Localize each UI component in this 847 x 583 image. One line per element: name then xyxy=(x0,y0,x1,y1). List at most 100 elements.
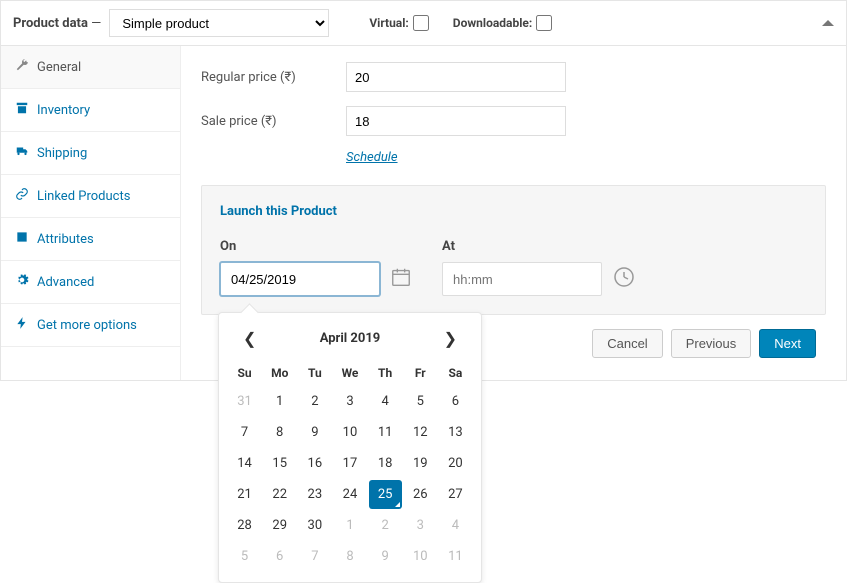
calendar-day[interactable]: 22 xyxy=(263,480,296,509)
regular-price-input[interactable] xyxy=(346,62,566,92)
calendar-day[interactable]: 2 xyxy=(298,387,331,416)
tab-more[interactable]: Get more options xyxy=(1,304,180,347)
calendar-day[interactable]: 13 xyxy=(439,418,472,447)
calendar-day[interactable]: 8 xyxy=(333,542,366,571)
calendar-day[interactable]: 30 xyxy=(298,511,331,540)
tab-label: General xyxy=(37,60,81,75)
tab-label: Shipping xyxy=(37,146,87,161)
calendar-day[interactable]: 4 xyxy=(439,511,472,540)
calendar-day[interactable]: 28 xyxy=(228,511,261,540)
calendar-day[interactable]: 31 xyxy=(228,387,261,416)
calendar-day[interactable]: 15 xyxy=(263,449,296,478)
tab-shipping[interactable]: Shipping xyxy=(1,132,180,175)
panel-title-text: Product data xyxy=(13,16,88,31)
calendar-dow: Su xyxy=(227,360,262,386)
calendar-day[interactable]: 10 xyxy=(333,418,366,447)
wrench-icon xyxy=(15,58,29,76)
calendar-day[interactable]: 7 xyxy=(228,418,261,447)
calendar-day[interactable]: 17 xyxy=(333,449,366,478)
calendar-title: April 2019 xyxy=(320,331,381,346)
calendar-day[interactable]: 5 xyxy=(404,387,437,416)
calendar-grid: SuMoTuWeThFrSa31123456789101112131415161… xyxy=(227,360,473,572)
tab-general[interactable]: General xyxy=(1,46,180,89)
tab-label: Attributes xyxy=(37,232,94,247)
calendar-day[interactable]: 3 xyxy=(333,387,366,416)
calendar-day[interactable]: 9 xyxy=(369,542,402,571)
calendar-day[interactable]: 19 xyxy=(404,449,437,478)
calendar-day[interactable]: 6 xyxy=(263,542,296,571)
tab-label: Advanced xyxy=(37,275,94,290)
calendar-day[interactable]: 26 xyxy=(404,480,437,509)
tab-inventory[interactable]: Inventory xyxy=(1,89,180,132)
calendar-day[interactable]: 27 xyxy=(439,480,472,509)
launch-time-input[interactable] xyxy=(442,262,602,296)
calendar-day[interactable]: 25 xyxy=(369,480,402,509)
header-checks: Virtual: Downloadable: xyxy=(369,15,552,31)
tab-label: Get more options xyxy=(37,318,137,333)
tab-linked[interactable]: Linked Products xyxy=(1,175,180,218)
calendar-day[interactable]: 1 xyxy=(333,511,366,540)
calendar-day[interactable]: 5 xyxy=(228,542,261,571)
title-dash: — xyxy=(91,16,101,31)
datepicker-popup: ❮ April 2019 ❯ SuMoTuWeThFrSa31123456789… xyxy=(218,312,482,583)
calendar-day[interactable]: 4 xyxy=(369,387,402,416)
launch-on-field: On xyxy=(220,239,412,296)
calendar-day[interactable]: 9 xyxy=(298,418,331,447)
calendar-day[interactable]: 16 xyxy=(298,449,331,478)
next-button[interactable]: Next xyxy=(759,329,816,358)
calendar-next[interactable]: ❯ xyxy=(438,327,463,350)
note-icon xyxy=(15,230,29,248)
sale-price-label: Sale price (₹) xyxy=(201,114,346,129)
calendar-day[interactable]: 23 xyxy=(298,480,331,509)
calendar-day[interactable]: 11 xyxy=(439,542,472,571)
cancel-button[interactable]: Cancel xyxy=(592,329,662,358)
sale-price-input[interactable] xyxy=(346,106,566,136)
calendar-day[interactable]: 7 xyxy=(298,542,331,571)
downloadable-checkbox[interactable] xyxy=(536,15,552,31)
collapse-toggle[interactable] xyxy=(822,20,834,26)
product-type-select[interactable]: Simple product xyxy=(109,9,329,37)
calendar-day[interactable]: 12 xyxy=(404,418,437,447)
previous-button[interactable]: Previous xyxy=(671,329,752,358)
downloadable-option[interactable]: Downloadable: xyxy=(453,15,552,31)
calendar-day[interactable]: 8 xyxy=(263,418,296,447)
launch-at-field: At xyxy=(442,239,636,296)
clock-icon[interactable] xyxy=(612,265,636,293)
calendar-day[interactable]: 20 xyxy=(439,449,472,478)
calendar-day[interactable]: 2 xyxy=(369,511,402,540)
calendar-day[interactable]: 21 xyxy=(228,480,261,509)
calendar-day[interactable]: 24 xyxy=(333,480,366,509)
virtual-label: Virtual: xyxy=(369,16,408,30)
calendar-dow: We xyxy=(332,360,367,386)
bolt-icon xyxy=(15,316,29,334)
calendar-day[interactable]: 14 xyxy=(228,449,261,478)
calendar-day[interactable]: 6 xyxy=(439,387,472,416)
launch-on-label: On xyxy=(220,239,412,254)
downloadable-label: Downloadable: xyxy=(453,16,532,30)
regular-price-row: Regular price (₹) xyxy=(201,62,826,92)
calendar-day[interactable]: 10 xyxy=(404,542,437,571)
launch-product-box: Launch this Product On At xyxy=(201,185,826,315)
launch-date-input[interactable] xyxy=(220,262,380,296)
sale-price-row: Sale price (₹) xyxy=(201,106,826,136)
schedule-link[interactable]: Schedule xyxy=(346,150,826,165)
launch-title: Launch this Product xyxy=(220,204,807,219)
tab-attributes[interactable]: Attributes xyxy=(1,218,180,261)
link-icon xyxy=(15,187,29,205)
launch-at-label: At xyxy=(442,239,636,254)
calendar-day[interactable]: 18 xyxy=(369,449,402,478)
tabs-sidebar: General Inventory Shipping Linked Products A… xyxy=(1,46,181,380)
calendar-dow: Fr xyxy=(403,360,438,386)
calendar-day[interactable]: 1 xyxy=(263,387,296,416)
launch-fields: On At xyxy=(220,239,807,296)
calendar-day[interactable]: 29 xyxy=(263,511,296,540)
calendar-icon[interactable] xyxy=(390,266,412,292)
regular-price-label: Regular price (₹) xyxy=(201,70,346,85)
virtual-option[interactable]: Virtual: xyxy=(369,15,428,31)
calendar-header: ❮ April 2019 ❯ xyxy=(227,323,473,360)
virtual-checkbox[interactable] xyxy=(413,15,429,31)
calendar-prev[interactable]: ❮ xyxy=(237,327,262,350)
calendar-day[interactable]: 11 xyxy=(369,418,402,447)
tab-advanced[interactable]: Advanced xyxy=(1,261,180,304)
calendar-day[interactable]: 3 xyxy=(404,511,437,540)
